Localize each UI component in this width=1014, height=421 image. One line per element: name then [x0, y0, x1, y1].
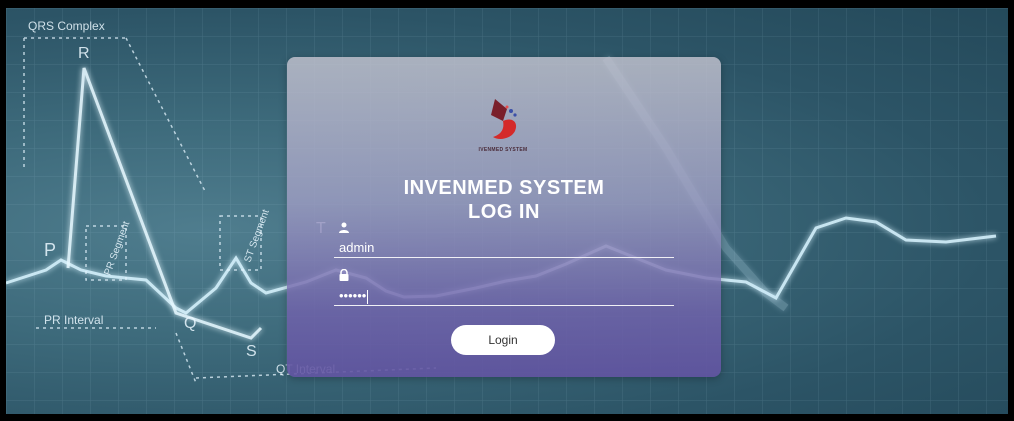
password-field[interactable]: ••••••: [334, 285, 674, 306]
q-label: Q: [184, 315, 196, 332]
screen-frame: QRS Complex R P Q S T PR Segment ST Segm…: [0, 0, 1014, 421]
qrs-label: QRS Complex: [28, 19, 105, 33]
pr-interval-label: PR Interval: [44, 313, 103, 327]
password-value: ••••••: [339, 288, 369, 304]
username-field[interactable]: admin: [334, 237, 674, 258]
login-title: LOG IN: [468, 201, 540, 223]
login-button[interactable]: Login: [451, 325, 555, 355]
logo-text: IVENMED SYSTEM: [478, 147, 528, 153]
system-title: INVENMED SYSTEM: [403, 177, 605, 199]
logo-icon: [491, 99, 517, 139]
p-label: P: [44, 240, 56, 260]
text-caret: [367, 289, 369, 304]
s-label: S: [246, 343, 257, 360]
username-value: admin: [339, 240, 375, 255]
user-icon: [339, 222, 349, 233]
r-label: R: [78, 45, 90, 62]
login-card: IVENMED SYSTEM INVENMED SYSTEM LOG IN ad…: [287, 57, 721, 377]
lock-icon: [339, 269, 349, 281]
